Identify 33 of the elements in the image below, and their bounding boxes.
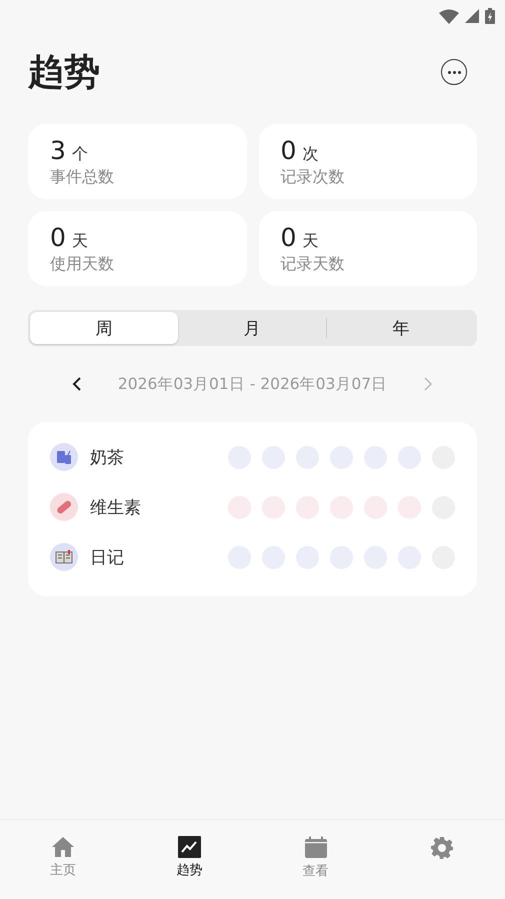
calendar-icon [304,836,328,859]
stat-label: 使用天数 [50,254,115,274]
home-icon [51,836,76,858]
more-button[interactable] [441,59,467,85]
settings-icon [430,836,454,860]
stat-label: 记录次数 [280,166,346,188]
pill-icon [55,498,73,516]
signal-icon [465,9,479,23]
nav-tab[interactable]: 趋势 [126,820,252,899]
date-range: 2026年03月01日 - 2026年03月07日 [118,374,388,394]
wifi-icon [439,8,459,24]
battery-icon [485,8,495,24]
stat-unit: 次 [302,144,318,164]
stat-value: 0 [280,136,296,164]
stat-unit: 个 [72,144,88,164]
stat-unit: 天 [302,230,318,252]
period-tab[interactable]: 年 [327,312,475,344]
period-tab[interactable]: 周 [30,312,178,344]
page-title: 趋势 [28,50,100,94]
stat-value: 3 [50,136,66,164]
event-name: 奶茶 [90,446,125,468]
stat-value: 0 [50,222,66,252]
stat-unit: 天 [72,230,88,252]
chart-icon [178,836,201,858]
stat-label: 事件总数 [50,166,115,188]
cups-icon [56,449,72,465]
previous-icon[interactable] [72,376,82,392]
period-tab[interactable]: 月 [178,312,326,344]
event-name: 维生素 [90,496,142,518]
stat-label: 记录天数 [280,254,346,274]
book-icon [55,550,73,564]
event-name: 日记 [90,546,125,568]
stat-value: 0 [280,222,296,252]
